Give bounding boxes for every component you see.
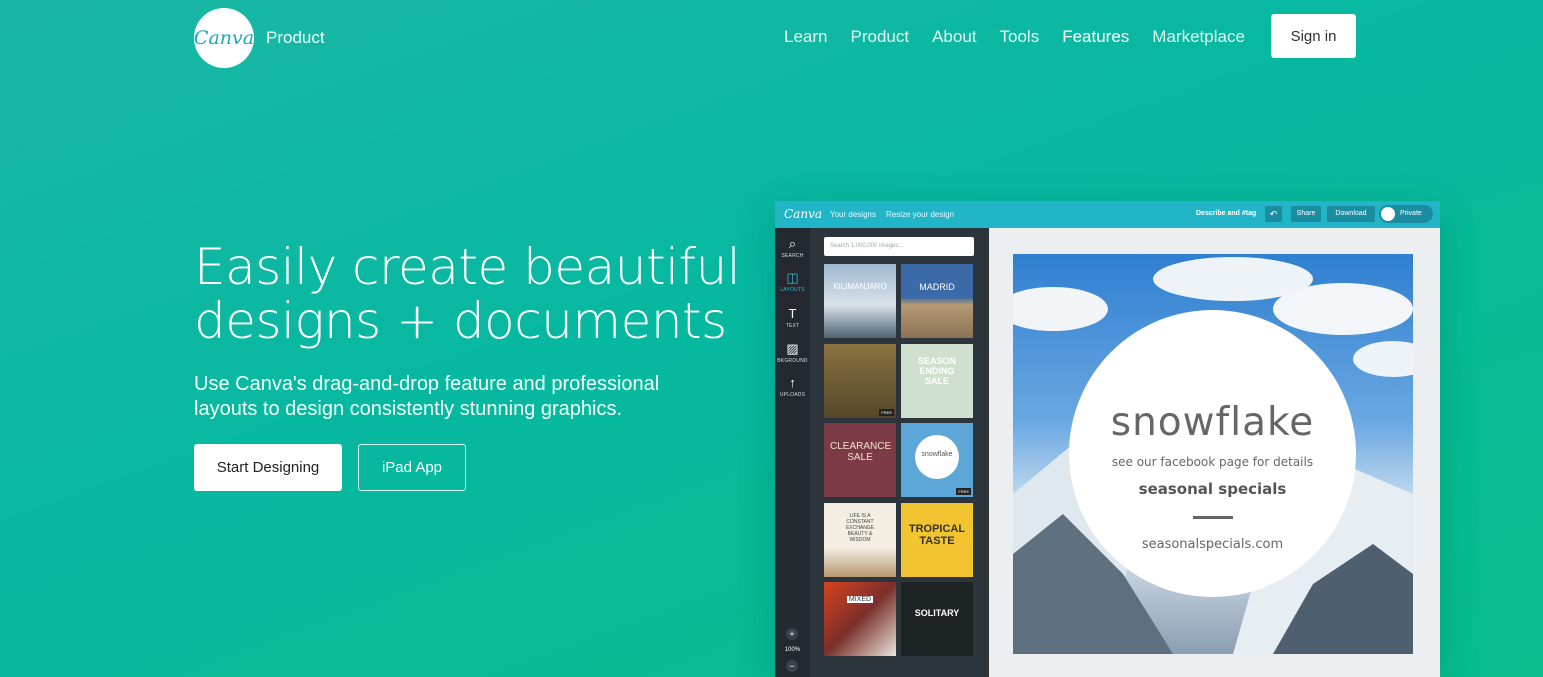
- zoom-out-button[interactable]: −: [786, 660, 798, 672]
- upload-icon: ↑: [789, 375, 796, 390]
- undo-icon[interactable]: ↶: [1265, 206, 1282, 222]
- canva-logo[interactable]: Canva: [194, 8, 254, 68]
- tool-label: LAYOUTS: [780, 287, 805, 293]
- cloud: [1353, 341, 1413, 377]
- layout-thumbnail[interactable]: KILIMANJARO: [824, 264, 896, 338]
- tool-label: UPLOADS: [779, 392, 806, 398]
- editor-topbar: Canva Your designs Resize your design De…: [775, 201, 1440, 228]
- layout-thumbnail[interactable]: FREE: [824, 344, 896, 418]
- start-designing-button[interactable]: Start Designing: [194, 444, 342, 491]
- layout-thumbnail[interactable]: MADRID: [901, 264, 973, 338]
- nav-learn[interactable]: Learn: [784, 27, 827, 47]
- ipad-app-button[interactable]: iPad App: [358, 444, 466, 491]
- text-icon: T: [788, 306, 797, 321]
- nav-features[interactable]: Features: [1062, 27, 1129, 47]
- logo-text: Canva: [193, 27, 255, 49]
- layout-thumbnail[interactable]: SOLITARY: [901, 582, 973, 656]
- download-button[interactable]: Download: [1327, 206, 1375, 222]
- thumbnail-text: TROPICAL TASTE: [908, 523, 966, 547]
- design-divider: [1193, 516, 1233, 519]
- sign-in-button[interactable]: Sign in: [1271, 14, 1356, 58]
- tool-label: SEARCH: [781, 253, 804, 259]
- image-search-input[interactable]: Search 1,000,000 images...: [824, 237, 974, 256]
- layout-thumbnail[interactable]: CLEARANCE SALE: [824, 423, 896, 497]
- describe-tag-link[interactable]: Describe and #tag: [1196, 210, 1256, 217]
- tool-text[interactable]: T TEXT: [775, 306, 810, 330]
- thumbnail-text: KILIMANJARO: [833, 282, 887, 291]
- nav-about[interactable]: About: [932, 27, 976, 47]
- tool-label: TEXT: [785, 323, 800, 329]
- layout-thumbnail[interactable]: LIFE IS A CONSTANT EXCHANGE BEAUTY & WIS…: [824, 503, 896, 577]
- brand-label[interactable]: Product: [266, 28, 325, 48]
- design-specials: seasonal specials: [1138, 480, 1287, 498]
- zoom-level: 100%: [784, 647, 801, 653]
- tool-search[interactable]: ⌕ SEARCH: [775, 236, 810, 260]
- free-badge: FREE: [879, 409, 894, 416]
- private-toggle[interactable]: Private: [1379, 205, 1433, 223]
- thumbnail-text: LIFE IS A CONSTANT EXCHANGE BEAUTY & WIS…: [845, 513, 875, 543]
- design-title: snowflake: [1110, 400, 1315, 445]
- thumbnail-text: SOLITARY: [914, 608, 960, 618]
- tool-uploads[interactable]: ↑ UPLOADS: [775, 375, 810, 399]
- free-badge: FREE: [956, 488, 971, 495]
- editor-toolbar: ⌕ SEARCH ◫ LAYOUTS T TEXT ▨ BKGROUND ↑ U…: [775, 228, 810, 677]
- cloud: [1273, 283, 1413, 335]
- your-designs-link[interactable]: Your designs: [830, 210, 876, 219]
- design-circle: snowflake see our facebook page for deta…: [1069, 310, 1356, 597]
- tool-layouts[interactable]: ◫ LAYOUTS: [775, 270, 810, 294]
- cloud: [1013, 287, 1108, 331]
- editor-logo: Canva: [784, 207, 822, 221]
- thumbnail-text: MADRID: [919, 282, 955, 292]
- nav-tools[interactable]: Tools: [1000, 27, 1040, 47]
- search-icon: ⌕: [788, 236, 797, 251]
- editor-preview: Canva Your designs Resize your design De…: [775, 201, 1440, 677]
- layout-thumbnail[interactable]: SEASON ENDING SALE: [901, 344, 973, 418]
- resize-design-link[interactable]: Resize your design: [886, 210, 954, 219]
- background-icon: ▨: [786, 341, 799, 356]
- layout-thumbnail[interactable]: TROPICAL TASTE: [901, 503, 973, 577]
- design-subtitle: see our facebook page for details: [1111, 455, 1314, 469]
- thumbnail-text: MIXED: [847, 596, 873, 603]
- share-button[interactable]: Share: [1291, 206, 1321, 222]
- design-canvas[interactable]: snowflake see our facebook page for deta…: [989, 228, 1440, 677]
- hero-subtitle: Use Canva's drag-and-drop feature and pr…: [194, 373, 660, 420]
- tool-label: BKGROUND: [777, 358, 808, 364]
- nav-product[interactable]: Product: [850, 27, 909, 47]
- hero-title: Easily create beautiful designs + docume…: [194, 238, 741, 350]
- thumbnail-text: CLEARANCE SALE: [830, 441, 892, 463]
- private-label: Private: [1400, 210, 1422, 217]
- design-url: seasonalspecials.com: [1141, 537, 1284, 552]
- layout-thumbnail[interactable]: snowflake FREE: [901, 423, 973, 497]
- nav-marketplace[interactable]: Marketplace: [1152, 27, 1245, 47]
- toggle-knob: [1381, 207, 1395, 221]
- mountain-photo: snowflake see our facebook page for deta…: [1013, 254, 1413, 654]
- layout-thumbnail[interactable]: MIXED: [824, 582, 896, 656]
- main-nav: Learn Product About Tools Features Marke…: [784, 27, 1268, 47]
- thumbnail-text: snowflake: [921, 451, 953, 458]
- layouts-panel: Search 1,000,000 images... KILIMANJARO M…: [810, 228, 989, 677]
- layouts-icon: ◫: [786, 270, 799, 285]
- tool-background[interactable]: ▨ BKGROUND: [775, 341, 810, 365]
- thumbnail-text: SEASON ENDING SALE: [917, 356, 956, 386]
- zoom-in-button[interactable]: +: [786, 628, 798, 640]
